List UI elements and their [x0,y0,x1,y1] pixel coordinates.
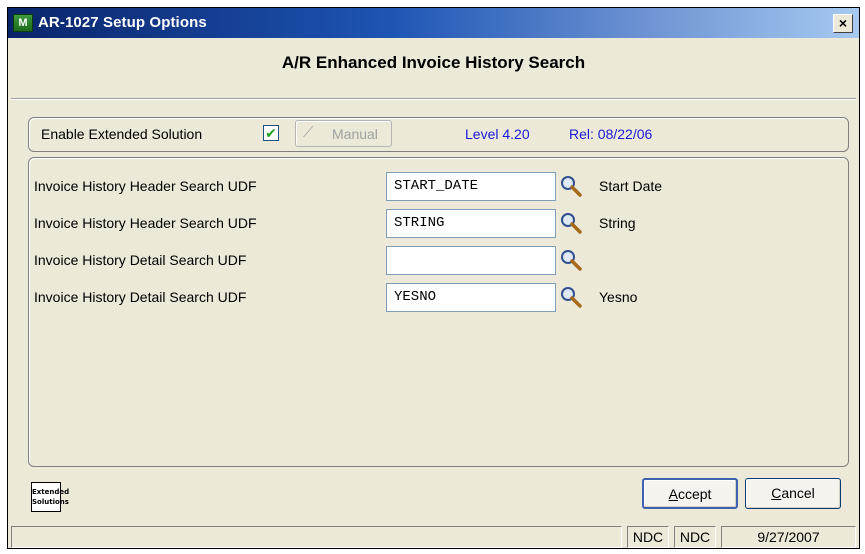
status-date: 9/27/2007 [721,526,856,548]
release-text: Rel: 08/22/06 [569,126,653,142]
page-title: A/R Enhanced Invoice History Search [281,53,586,72]
udf-field[interactable] [386,246,556,275]
extended-solutions-logo: Extended Solutions [31,482,70,512]
manual-icon: ⟋ [303,124,314,141]
enable-panel: Enable Extended Solution ✔ ⟋ Manual Leve… [28,117,849,152]
udf-panel: Invoice History Header Search UDF START_… [28,157,849,467]
udf-label: Invoice History Detail Search UDF [34,252,247,268]
title-bar[interactable]: M AR-1027 Setup Options × [8,8,859,38]
window-title: AR-1027 Setup Options [38,14,207,31]
enable-extended-checkbox[interactable]: ✔ [263,125,279,141]
udf-description: String [599,215,636,231]
magnifier-icon[interactable] [559,285,583,309]
udf-row: Invoice History Detail Search UDF YESNO … [29,283,850,313]
udf-label: Invoice History Detail Search UDF [34,289,247,305]
app-icon: M [13,14,33,32]
manual-button-label: Manual [332,126,378,142]
accept-hotkey: A [668,486,678,502]
divider [11,98,856,100]
magnifier-icon[interactable] [559,211,583,235]
udf-label: Invoice History Header Search UDF [34,178,257,194]
logo-line: Solutions [32,498,69,506]
logo-line: Extended [32,488,70,496]
cancel-button[interactable]: Cancel [745,478,841,509]
accept-label: ccept [677,486,712,502]
cancel-hotkey: C [771,485,782,501]
status-user: NDC [674,526,716,548]
status-company: NDC [627,526,669,548]
udf-description: Yesno [599,289,638,305]
manual-button[interactable]: ⟋ Manual [295,120,392,147]
accept-button[interactable]: Accept [642,478,738,509]
status-bar: NDC NDC 9/27/2007 [8,524,859,548]
close-icon[interactable]: × [833,14,853,33]
setup-options-window: M AR-1027 Setup Options × A/R Enhanced I… [7,7,860,549]
udf-field[interactable]: STRING [386,209,556,238]
magnifier-icon[interactable] [559,174,583,198]
udf-row: Invoice History Header Search UDF STRING… [29,209,850,239]
udf-row: Invoice History Detail Search UDF [29,246,850,276]
udf-field[interactable]: START_DATE [386,172,556,201]
udf-description: Start Date [599,178,663,194]
udf-label: Invoice History Header Search UDF [34,215,257,231]
status-message [11,526,622,548]
udf-row: Invoice History Header Search UDF START_… [29,172,850,202]
magnifier-icon[interactable] [559,248,583,272]
enable-extended-label: Enable Extended Solution [41,126,203,142]
cancel-label: ancel [781,485,815,501]
level-text: Level 4.20 [465,126,530,142]
udf-field[interactable]: YESNO [386,283,556,312]
